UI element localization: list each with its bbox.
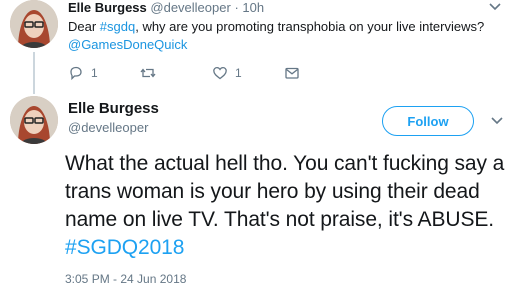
- main-tweet[interactable]: Elle Burgess @develleoper Follow What th…: [0, 94, 512, 288]
- like-button[interactable]: 1: [212, 64, 242, 82]
- dm-button[interactable]: [284, 64, 300, 82]
- dm-icon: [285, 67, 299, 79]
- like-icon: [213, 66, 227, 80]
- author-name[interactable]: Elle Burgess: [68, 100, 159, 117]
- tweet-time[interactable]: 10h: [242, 0, 264, 15]
- retweet-button[interactable]: [140, 64, 156, 82]
- avatar[interactable]: [10, 96, 58, 144]
- parent-tweet-text: Dear #sgdq, why are you promoting transp…: [68, 18, 488, 54]
- thread-connector: [33, 52, 35, 94]
- text-segment: Dear: [68, 19, 100, 34]
- reply-icon: [70, 66, 82, 81]
- mention-link[interactable]: @GamesDoneQuick: [68, 37, 187, 52]
- like-count: 1: [235, 66, 242, 80]
- tweet-timestamp[interactable]: 3:05 PM - 24 Jun 2018: [65, 272, 186, 286]
- text-segment: What the actual hell tho. You can't fuck…: [65, 152, 505, 231]
- reply-button[interactable]: 1: [68, 64, 98, 82]
- text-segment: , why are you promoting transphobia on y…: [135, 19, 485, 34]
- author-name[interactable]: Elle Burgess: [68, 0, 147, 15]
- separator-dot: ·: [234, 0, 239, 15]
- hashtag-link[interactable]: #SGDQ2018: [65, 236, 184, 259]
- avatar[interactable]: [10, 0, 58, 48]
- parent-tweet[interactable]: Elle Burgess @develleoper · 10h Dear #sg…: [0, 0, 512, 94]
- hashtag-link[interactable]: #sgdq: [100, 19, 135, 34]
- parent-tweet-header: Elle Burgess @develleoper · 10h: [68, 0, 264, 16]
- chevron-down-icon[interactable]: [488, 0, 502, 14]
- retweet-icon: [140, 68, 156, 78]
- tweet-actions: 1 1: [68, 64, 328, 82]
- follow-button[interactable]: Follow: [382, 106, 474, 136]
- author-handle[interactable]: @develleoper: [150, 0, 230, 15]
- chevron-down-icon[interactable]: [490, 114, 504, 128]
- reply-count: 1: [91, 66, 98, 80]
- author-handle[interactable]: @develleoper: [68, 120, 148, 135]
- main-tweet-text: What the actual hell tho. You can't fuck…: [65, 150, 505, 262]
